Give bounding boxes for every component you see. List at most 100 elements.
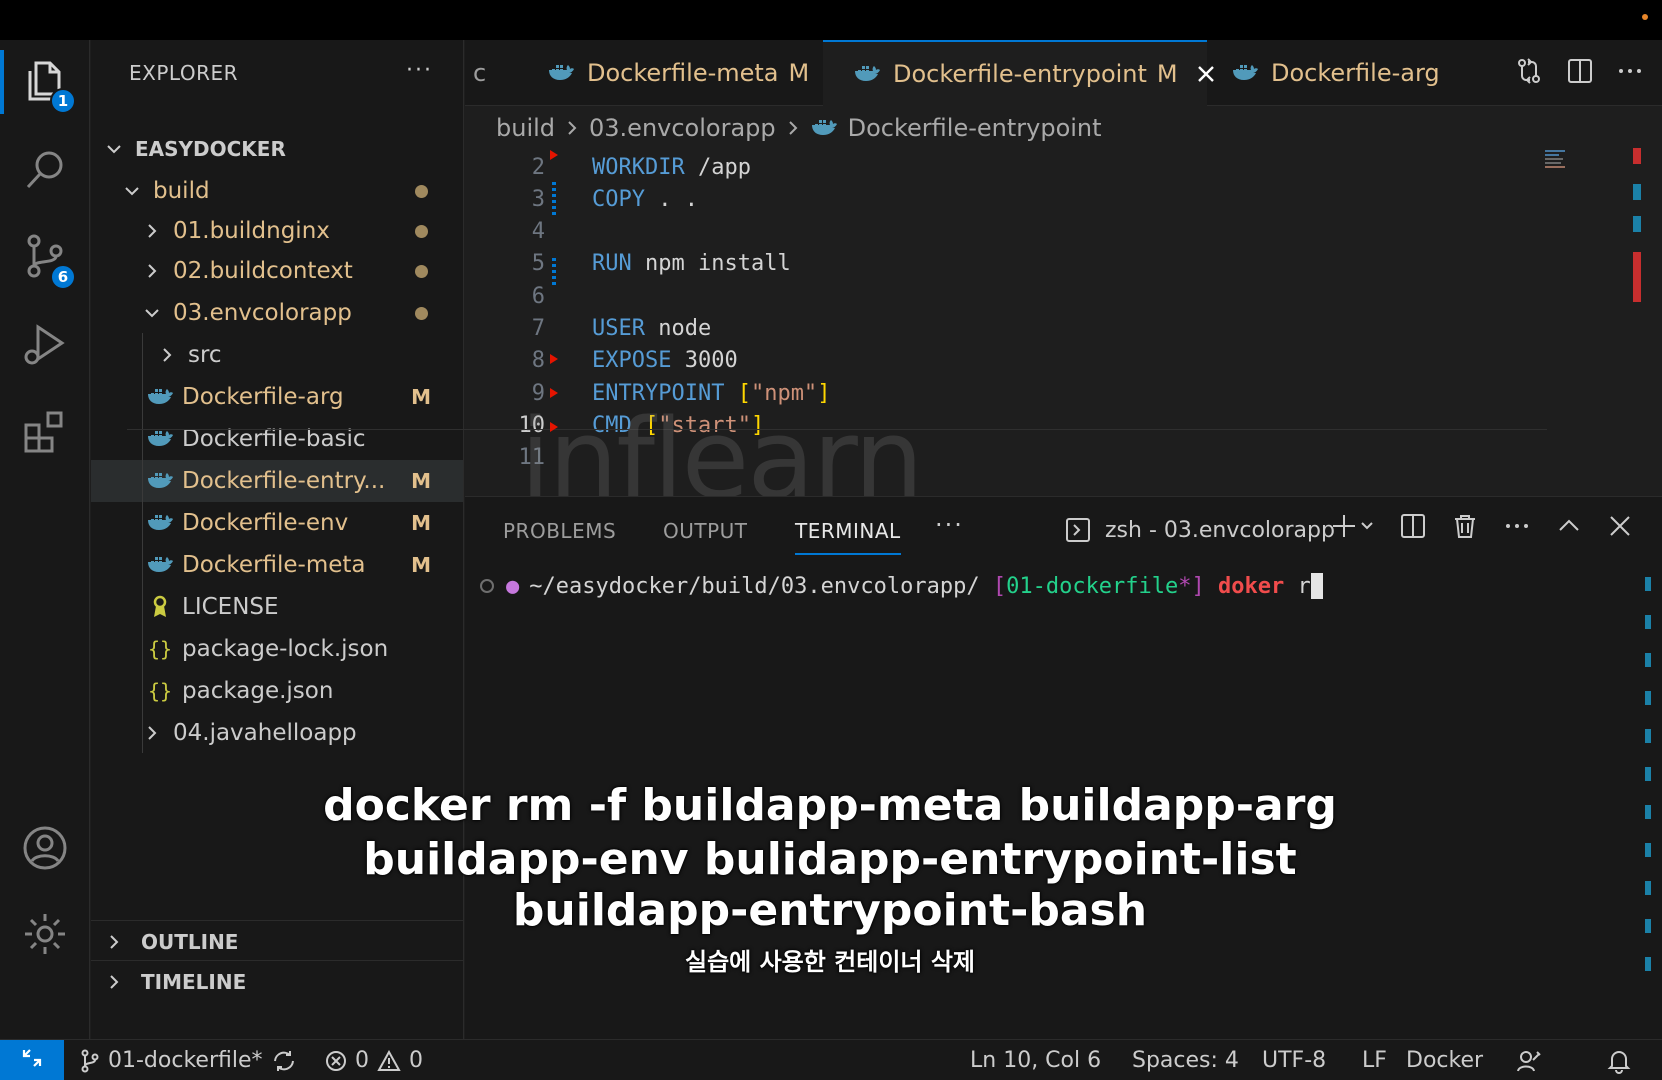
- subtitle-line: buildapp-env bulidapp-entrypoint-list: [363, 834, 1297, 885]
- tab-modified-mark: M: [1156, 60, 1178, 88]
- tab-partial[interactable]: c: [465, 40, 525, 106]
- cursor-position[interactable]: Ln 10, Col 6: [970, 1040, 1101, 1080]
- tab-terminal[interactable]: TERMINAL: [795, 519, 901, 555]
- explorer-title: EXPLORER: [129, 61, 238, 85]
- tree-file[interactable]: {} package.json: [91, 670, 463, 712]
- tab-problems[interactable]: PROBLEMS: [503, 519, 616, 543]
- code-text: node: [644, 316, 712, 341]
- source-control-activity[interactable]: 6: [0, 218, 90, 298]
- code-line: 6: [465, 279, 1545, 313]
- breadcrumb-item[interactable]: Dockerfile-entrypoint: [848, 114, 1102, 142]
- search-activity[interactable]: [0, 132, 90, 212]
- line-source: EXPOSE 3000: [592, 348, 738, 373]
- chevron-down-icon: [103, 138, 125, 160]
- tree-folder[interactable]: 01.buildnginx: [91, 210, 463, 252]
- trash-icon[interactable]: [1452, 513, 1478, 539]
- tree-folder[interactable]: 04.javahelloapp: [91, 712, 463, 754]
- extensions-activity[interactable]: [0, 394, 90, 474]
- encoding-label: UTF-8: [1262, 1048, 1327, 1073]
- split-terminal-icon[interactable]: [1400, 513, 1426, 539]
- accounts-activity[interactable]: [0, 810, 90, 890]
- docker-icon: [146, 386, 174, 408]
- tree-folder[interactable]: 03.envcolorapp: [91, 292, 463, 334]
- modified-dot: [415, 264, 428, 278]
- workspace-root[interactable]: EASYDOCKER: [91, 128, 463, 170]
- code-editor[interactable]: 2 WORKDIR /app 3 COPY . . 4 5 RUN npm install 6…: [465, 150, 1662, 495]
- tab-dockerfile-arg[interactable]: Dockerfile-arg: [1207, 40, 1447, 106]
- keyword: COPY: [592, 186, 645, 212]
- split-editor-icon[interactable]: [1566, 57, 1594, 85]
- scm-badge: 6: [50, 264, 76, 290]
- remote-indicator[interactable]: [0, 1040, 64, 1080]
- license-icon: [146, 595, 174, 619]
- terminal-prompt-line[interactable]: ● ~/easydocker/build/03.envcolorapp/ [ 0…: [480, 573, 1323, 599]
- breadcrumb: build 03.envcolorapp Dockerfile-entrypoi…: [496, 108, 1102, 148]
- explorer-more-button[interactable]: ···: [406, 58, 433, 83]
- bracket: ]: [817, 380, 831, 406]
- tree-file[interactable]: Dockerfile-env M: [91, 502, 463, 544]
- explorer-header: EXPLORER ···: [91, 40, 463, 106]
- title-bar: [0, 0, 1662, 40]
- gutter-deleted-marker: [550, 422, 558, 432]
- tree-label: Dockerfile-meta: [182, 552, 366, 578]
- chevron-right-icon: [141, 220, 163, 242]
- keyword: CMD: [592, 412, 632, 438]
- git-modified-badge: M: [411, 511, 431, 535]
- terminal-selector[interactable]: zsh - 03.envcolorapp: [1065, 513, 1335, 547]
- branch-status[interactable]: 01-dockerfile*: [80, 1040, 297, 1080]
- indent-guide: [142, 333, 143, 753]
- tree-folder[interactable]: 02.buildcontext: [91, 250, 463, 292]
- problems-status[interactable]: 0 0: [325, 1040, 423, 1080]
- tree-file[interactable]: LICENSE: [91, 586, 463, 628]
- tree-file[interactable]: Dockerfile-entry... M: [91, 460, 463, 502]
- tree-label: 01.buildnginx: [173, 218, 330, 244]
- tab-dockerfile-meta[interactable]: Dockerfile-meta M: [525, 40, 823, 106]
- run-debug-activity[interactable]: [0, 306, 90, 386]
- add-terminal-icon[interactable]: [1332, 513, 1374, 539]
- explorer-activity[interactable]: 1: [0, 42, 90, 122]
- breadcrumb-item[interactable]: build: [496, 114, 555, 142]
- tree-file[interactable]: Dockerfile-arg M: [91, 376, 463, 418]
- remote-icon: [20, 1046, 44, 1076]
- tree-file[interactable]: Dockerfile-meta M: [91, 544, 463, 586]
- compare-changes-icon[interactable]: [1514, 56, 1544, 86]
- tree-folder[interactable]: src: [91, 334, 463, 376]
- breadcrumb-item[interactable]: 03.envcolorapp: [589, 114, 776, 142]
- close-icon[interactable]: [1608, 514, 1632, 538]
- code-line: 9 ENTRYPOINT ["npm"]: [465, 376, 1545, 410]
- tab-modified-mark: M: [788, 59, 810, 87]
- minimap[interactable]: [1545, 148, 1567, 178]
- line-source: USER node: [592, 316, 711, 341]
- current-line-highlight: [127, 429, 1547, 430]
- tree-label: package-lock.json: [182, 636, 389, 662]
- gutter-deleted-marker: [550, 388, 558, 398]
- feedback-button[interactable]: [1516, 1040, 1542, 1080]
- line-number: 6: [531, 283, 545, 309]
- tab-dockerfile-entrypoint[interactable]: Dockerfile-entrypoint M: [823, 40, 1214, 106]
- language-status[interactable]: Docker: [1406, 1040, 1483, 1080]
- line-source: RUN npm install: [592, 251, 791, 276]
- json-icon: {}: [147, 679, 173, 703]
- line-number: 9: [531, 380, 545, 406]
- eol-status[interactable]: LF: [1362, 1040, 1387, 1080]
- chevron-up-icon[interactable]: [1556, 513, 1582, 539]
- line-number: 8: [531, 348, 545, 374]
- code-line: 11: [465, 441, 1545, 475]
- more-actions-icon[interactable]: [1504, 513, 1530, 539]
- panel-more-button[interactable]: ···: [935, 511, 964, 539]
- tree-folder[interactable]: build: [91, 170, 463, 212]
- tree-file[interactable]: {} package-lock.json: [91, 628, 463, 670]
- tree-label: LICENSE: [182, 594, 279, 620]
- sync-icon[interactable]: [271, 1048, 297, 1074]
- line-number: 11: [518, 445, 546, 471]
- tree-file[interactable]: Dockerfile-basic: [91, 418, 463, 460]
- tab-output[interactable]: OUTPUT: [663, 519, 748, 543]
- line-source: WORKDIR /app: [592, 155, 751, 180]
- manage-activity[interactable]: [0, 896, 90, 976]
- encoding-status[interactable]: UTF-8: [1262, 1040, 1326, 1080]
- code-line: 7 USER node: [465, 312, 1545, 346]
- tab-label: Dockerfile-arg: [1271, 59, 1440, 87]
- more-actions-icon[interactable]: [1616, 57, 1644, 85]
- notifications-button[interactable]: [1606, 1040, 1632, 1080]
- indentation-status[interactable]: Spaces: 4: [1132, 1040, 1239, 1080]
